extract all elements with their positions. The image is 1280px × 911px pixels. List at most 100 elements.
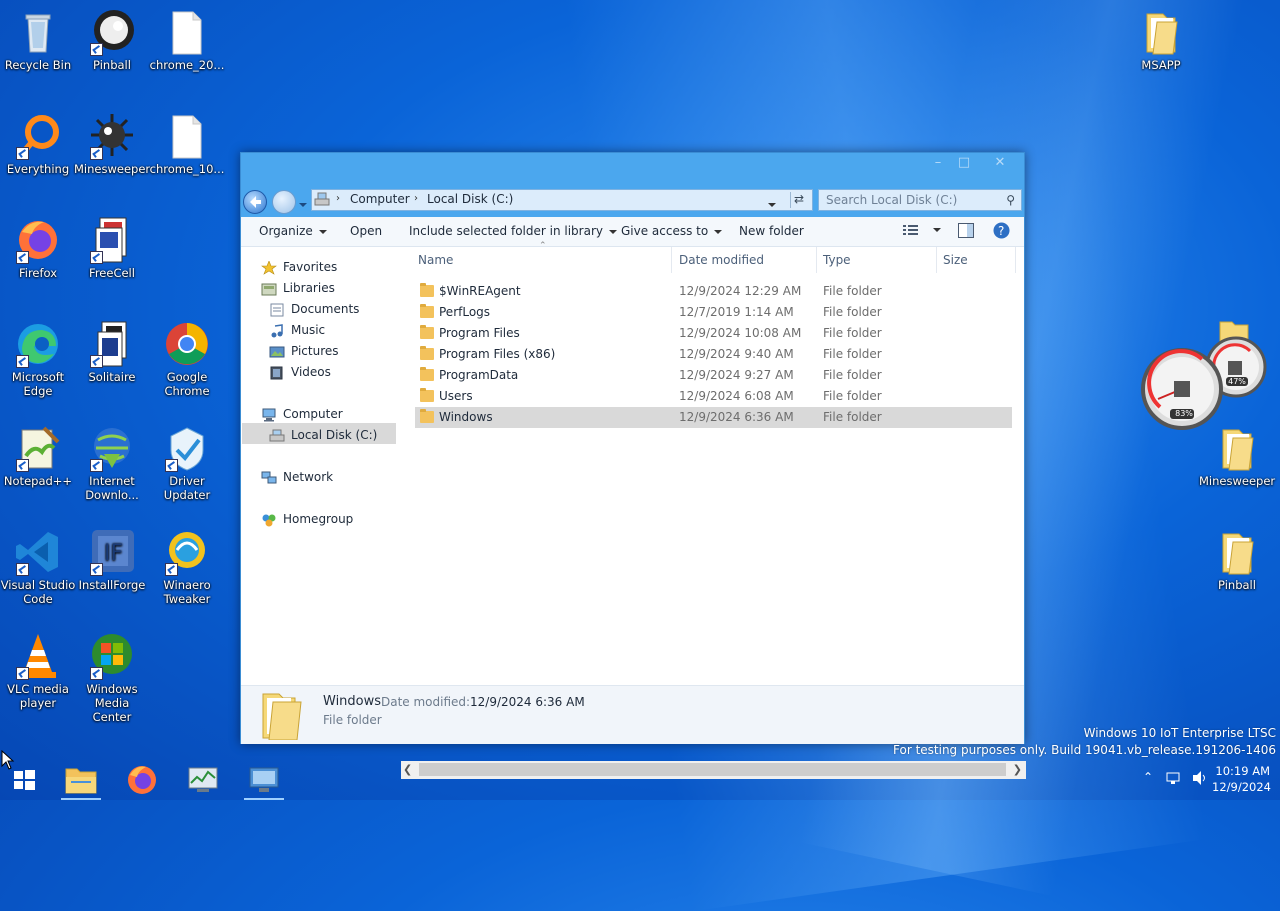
desktop-icon-vscode[interactable]: Visual Studio Code [0,528,76,606]
refresh-icon[interactable]: ⇄ [794,192,804,206]
include-in-library-menu[interactable]: Include selected folder in library [409,224,617,238]
taskbar-firefox[interactable] [122,763,162,797]
search-box[interactable]: Search Local Disk (C:) ⚲ [818,189,1022,211]
column-header-name[interactable]: Name [418,247,453,273]
new-folder-button[interactable]: New folder [739,224,804,238]
desktop-icon-recycle-bin[interactable]: Recycle Bin [0,8,76,72]
column-header-size[interactable]: Size [943,247,968,273]
shortcut-arrow-icon [90,459,103,472]
vscode-icon [14,528,62,576]
table-row-selected[interactable]: Windows 12/9/2024 6:36 AM File folder [415,407,1012,428]
breadcrumb-local-disk[interactable]: Local Disk (C:) [427,192,513,206]
shortcut-arrow-icon [90,667,103,680]
desktop-icon-chrome[interactable]: Google Chrome [149,320,225,398]
table-row[interactable]: ProgramData 12/9/2024 9:27 AM File folde… [415,365,1012,386]
desktop-icon-internet-download-manager[interactable]: Internet Downlo... [74,424,150,502]
close-button[interactable]: ✕ [983,153,1017,175]
desktop-icon-firefox[interactable]: Firefox [0,216,76,280]
network-tray-icon[interactable] [1166,771,1182,788]
blank-file-icon [163,8,211,56]
nav-homegroup[interactable]: Homegroup [261,509,353,529]
chrome-icon [163,320,211,368]
forward-button[interactable] [272,190,296,214]
navigation-pane: Favorites Libraries Documents Music Pict… [241,247,401,685]
desktop-icon-driver-updater[interactable]: Driver Updater [149,424,225,502]
desktop-icon-installforge[interactable]: IF InstallForge [74,528,150,592]
desktop-icon-label: Firefox [18,266,58,280]
taskbar-remote-desktop[interactable] [244,763,284,800]
desktop-icon-pinball[interactable]: Pinball [74,8,150,72]
organize-menu[interactable]: Organize [259,224,327,238]
desktop-icon-minesweeper[interactable]: Minesweeper [74,112,150,176]
table-row[interactable]: $WinREAgent 12/9/2024 12:29 AM File fold… [415,281,1012,302]
desktop-icon-everything[interactable]: Everything [0,112,76,176]
show-hidden-icons-icon[interactable]: ⌃ [1143,770,1153,784]
table-row[interactable]: Program Files 12/9/2024 10:08 AM File fo… [415,323,1012,344]
shortcut-arrow-icon [16,355,29,368]
desktop-icon-label: Solitaire [88,370,136,384]
taskbar-task-manager[interactable] [183,763,223,797]
help-icon[interactable]: ? [993,222,1010,242]
folder-icon [420,388,434,402]
nav-pictures[interactable]: Pictures [269,341,339,361]
nav-music[interactable]: Music [269,320,325,340]
table-row[interactable]: Users 12/9/2024 6:08 AM File folder [415,386,1012,407]
desktop-icon-solitaire[interactable]: Solitaire [74,320,150,384]
breadcrumb-computer[interactable]: Computer [350,192,410,206]
star-icon [261,259,277,275]
desktop-icon-minesweeper-folder[interactable]: Minesweeper [1199,424,1275,488]
column-header-date[interactable]: Date modified [679,247,764,273]
desktop-icon-label: VLC media player [7,682,69,710]
desktop-icon-notepadpp[interactable]: Notepad++ [0,424,76,488]
memory-usage-value: 47% [1228,377,1246,386]
cpu-meter-gadget[interactable]: 83% 47% [1140,333,1270,433]
file-date: 12/9/2024 6:08 AM [679,389,794,403]
nav-local-disk[interactable]: Local Disk (C:) [269,425,377,445]
open-button[interactable]: Open [350,224,382,238]
driver-updater-icon [163,424,211,472]
desktop-icon-vlc[interactable]: VLC media player [0,632,76,710]
address-history-dropdown[interactable] [768,197,776,211]
table-row[interactable]: Program Files (x86) 12/9/2024 9:40 AM Fi… [415,344,1012,365]
nav-videos[interactable]: Videos [269,362,331,382]
file-name: ProgramData [439,368,519,382]
file-date: 12/7/2019 1:14 AM [679,305,794,319]
nav-libraries[interactable]: Libraries [261,278,335,298]
address-row: › Computer › Local Disk (C:) ⇄ Search Lo… [241,187,1024,217]
nav-computer[interactable]: Computer [261,404,343,424]
recent-pages-dropdown[interactable] [299,197,307,211]
folder-icon [1213,528,1261,576]
maximize-button[interactable]: □ [947,153,981,175]
nav-documents[interactable]: Documents [269,299,359,319]
desktop-icon-chrome-installer-2[interactable]: chrome_10... [149,112,225,176]
shortcut-arrow-icon [16,147,29,160]
search-icon[interactable]: ⚲ [1006,190,1015,210]
preview-pane-icon[interactable] [958,223,974,241]
desktop-icon-windows-media-center[interactable]: Windows Media Center [74,632,150,724]
desktop-icon-chrome-installer-1[interactable]: chrome_20... [149,8,225,72]
address-bar[interactable]: › Computer › Local Disk (C:) ⇄ [311,189,813,211]
desktop-icon-edge[interactable]: Microsoft Edge [0,320,76,398]
back-button[interactable] [243,190,267,214]
nav-favorites[interactable]: Favorites [261,257,337,277]
recycle-bin-icon [14,8,62,56]
nav-network[interactable]: Network [261,467,333,487]
explorer-body: Favorites Libraries Documents Music Pict… [241,241,1026,779]
desktop-icon-pinball-folder[interactable]: Pinball [1199,528,1275,592]
watermark-build: For testing purposes only. Build 19041.v… [893,743,1276,757]
desktop-icon-msapp-folder[interactable]: MSAPP [1123,8,1199,72]
clock[interactable]: 10:19 AM 12/9/2024 [1212,764,1271,794]
desktop-icon-winaero-tweaker[interactable]: Winaero Tweaker [149,528,225,606]
taskbar-file-explorer[interactable] [61,763,101,800]
title-bar[interactable]: – □ ✕ [241,153,1024,187]
file-list: ⌃ Name Date modified Type Size $WinREAge… [413,241,1026,685]
change-view-button[interactable] [903,223,941,240]
explorer-window: – □ ✕ › Computer › Local Disk (C:) ⇄ Sea… [240,152,1026,779]
give-access-menu[interactable]: Give access to [621,224,723,238]
breadcrumb-separator-icon: › [336,193,340,204]
desktop-icon-freecell[interactable]: FreeCell [74,216,150,280]
column-header-type[interactable]: Type [823,247,851,273]
volume-icon[interactable] [1191,770,1209,789]
table-row[interactable]: PerfLogs 12/7/2019 1:14 AM File folder [415,302,1012,323]
shortcut-arrow-icon [16,667,29,680]
